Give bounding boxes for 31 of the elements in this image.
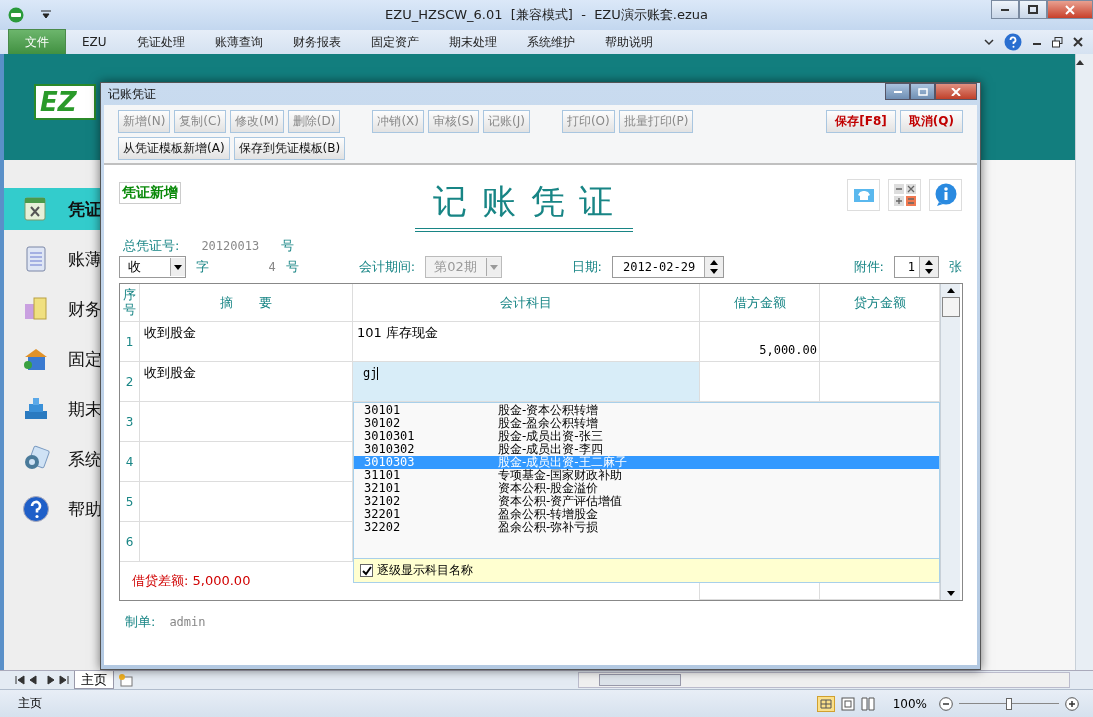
dialog-title: 记账凭证 (108, 85, 156, 103)
period-label: 会计期间: (358, 258, 416, 276)
status-badge: 凭证新增 (119, 182, 181, 204)
row-number: 4 (120, 442, 140, 482)
maker-label: 制单: (125, 613, 156, 631)
row-number: 6 (120, 522, 140, 562)
maker-name: admin (169, 615, 206, 629)
unit-label: 号 (281, 237, 295, 255)
voucher-number: 20120013 (201, 239, 260, 253)
balance-difference: 借贷差额: 5,000.00 (132, 572, 251, 590)
unit-label: 号 (285, 258, 299, 276)
column-header: 会计科目 (353, 284, 700, 322)
voucher-number-label: 总凭证号: (123, 237, 180, 255)
date-label: 日期: (571, 258, 602, 276)
voucher-heading: 记 账 凭 证 (415, 179, 634, 232)
column-header: 借方金额 (700, 284, 820, 322)
voucher-sequence: 4 (268, 260, 276, 274)
logo: EZ (34, 84, 96, 120)
window-title: EZU_HZSCW_6.01 [兼容模式] - EZU演示账套.ezua (385, 6, 708, 24)
status-text: 主页 (18, 695, 42, 712)
checkbox-label: 逐级显示科目名称 (377, 562, 473, 579)
type-suffix-label: 字 (195, 258, 209, 276)
attachments-label: 附件: (853, 258, 884, 276)
row-number: 2 (120, 362, 140, 402)
row-number: 1 (120, 322, 140, 362)
row-number: 5 (120, 482, 140, 522)
column-header: 摘 要 (140, 284, 353, 322)
zoom-level: 100% (892, 696, 927, 711)
row-number: 3 (120, 402, 140, 442)
unit-label: 张 (949, 258, 962, 276)
column-header: 序号 (120, 284, 140, 322)
